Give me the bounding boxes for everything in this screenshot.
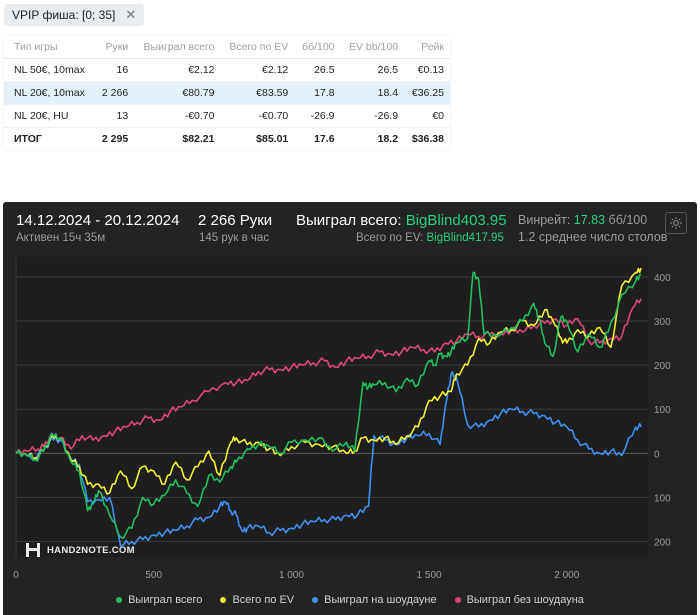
date-range: 14.12.2024 - 20.12.2024	[16, 212, 180, 229]
graph-panel: 14.12.2024 - 20.12.2024 Активен 15ч 35м …	[3, 202, 697, 615]
ev-total-value: BigBlind417.95	[426, 232, 504, 244]
legend-item-showdown[interactable]: Выиграл на шоудауне	[312, 594, 437, 606]
legend-label: Выиграл на шоудауне	[324, 594, 437, 606]
logo-text: HAND2NOTE.COM	[47, 544, 135, 556]
x-tick-label: 2 000	[554, 570, 579, 581]
stats-table: Тип игры Руки Выиграл всего Всего по EV …	[4, 36, 450, 150]
cell-ev-total: -€0.70	[220, 104, 295, 128]
y-tick-label: 0	[654, 449, 660, 460]
cell-total-ev-bb100: 18.2	[377, 132, 399, 145]
cell-bb100: 17.8	[294, 81, 341, 105]
y-tick-label: 200	[654, 538, 671, 549]
active-time: Активен 15ч 35м	[16, 232, 106, 244]
legend-label: Выиграл без шоудауна	[466, 594, 584, 606]
cell-total-ev: $85.01	[256, 132, 289, 145]
hands-per-hour: 145 рук в час	[199, 232, 270, 244]
legend-label: Выиграл всего	[128, 594, 203, 606]
cell-won-total: -€0.70	[134, 104, 221, 128]
winrate-label: Винрейт:	[518, 213, 574, 227]
cell-ev-total: €2.12	[220, 58, 295, 82]
legend-dot-icon	[454, 597, 461, 603]
hand2note-logo: HAND2NOTE.COM	[25, 542, 135, 558]
cell-bb100: 26.5	[294, 58, 341, 82]
filter-chip-label: VPIP фиша: [0; 35]	[12, 8, 116, 22]
y-tick-label: 300	[654, 317, 671, 328]
cell-hands: 2 266	[94, 81, 135, 105]
cell-won-total: €2.12	[134, 58, 221, 82]
settings-button[interactable]	[665, 212, 687, 234]
ev-total-label: Всего по EV:	[356, 232, 427, 244]
legend-item-nonshowdown[interactable]: Выиграл без шоудауна	[454, 594, 584, 606]
y-tick-label: 100	[654, 405, 671, 416]
col-rake[interactable]: Рейк	[404, 36, 450, 59]
cell-game-type: NL 20€, HU	[4, 104, 95, 128]
ev-total-summary: Всего по EV: BigBlind417.95	[356, 232, 504, 244]
legend-item-ev[interactable]: Всего по EV	[220, 594, 294, 606]
hands-count: 2 266 Руки	[198, 212, 273, 229]
col-won-total[interactable]: Выиграл всего	[134, 36, 221, 59]
y-tick-label: 400	[654, 273, 671, 284]
x-tick-label: 0	[13, 570, 19, 581]
legend-item-won[interactable]: Выиграл всего	[116, 594, 202, 606]
cell-game-type: NL 20€, 10max	[4, 81, 95, 105]
cell-bb100: -26.9	[294, 104, 341, 128]
cell-ev-bb100: -26.9	[340, 104, 405, 128]
x-tick-label: 1 000	[279, 570, 304, 581]
cell-total-rake: $36.38	[411, 132, 444, 145]
won-total-label: Выиграл всего:	[296, 212, 406, 229]
plot-area	[16, 257, 648, 557]
legend-dot-icon	[312, 597, 319, 603]
cell-ev-total: €83.59	[220, 81, 295, 105]
table-header-row: Тип игры Руки Выиграл всего Всего по EV …	[4, 36, 450, 59]
col-ev-total[interactable]: Всего по EV	[220, 36, 295, 59]
col-ev-bb100[interactable]: EV bb/100	[340, 36, 405, 59]
h2n-logo-icon	[26, 543, 40, 557]
legend-dot-icon	[220, 597, 227, 603]
chart-legend: Выиграл всего Всего по EV Выиграл на шоу…	[3, 594, 697, 606]
legend-dot-icon	[116, 597, 123, 603]
cell-rake: €36.25	[404, 81, 450, 105]
cell-total-won: $82.21	[182, 132, 215, 145]
cell-won-total: €80.79	[134, 81, 221, 105]
y-tick-label: 200	[654, 361, 671, 372]
cell-rake: €0	[404, 104, 450, 128]
table-row[interactable]: NL 50€, 10max 16 €2.12 €2.12 26.5 26.5 €…	[4, 58, 450, 82]
cell-total-label: ИТОГ	[14, 132, 42, 145]
table-total-row: ИТОГ 2 295 $82.21 $85.01 17.6 18.2 $36.3…	[4, 127, 450, 150]
cell-total-bb100: 17.6	[314, 132, 335, 145]
table-row[interactable]: NL 20€, HU 13 -€0.70 -€0.70 -26.9 -26.9 …	[4, 104, 450, 128]
winrate-summary: Винрейт: 17.83 бб/100	[518, 213, 647, 227]
cell-hands: 13	[94, 104, 135, 128]
col-game-type[interactable]: Тип игры	[4, 36, 95, 59]
won-total-summary: Выиграл всего: BigBlind403.95	[296, 212, 507, 229]
cell-total-hands: 2 295	[101, 132, 129, 145]
winrate-unit: бб/100	[605, 213, 648, 227]
avg-tables: 1.2 среднее число столов	[518, 230, 668, 244]
close-icon[interactable]: ✕	[125, 7, 136, 23]
cell-ev-bb100: 18.4	[340, 81, 405, 105]
cell-ev-bb100: 26.5	[340, 58, 405, 82]
table-row[interactable]: NL 20€, 10max 2 266 €80.79 €83.59 17.8 1…	[4, 81, 450, 105]
gear-icon	[670, 217, 682, 229]
cell-rake: €0.13	[404, 58, 450, 82]
x-tick-label: 1 500	[417, 570, 442, 581]
cell-game-type: NL 50€, 10max	[4, 58, 95, 82]
col-bb100[interactable]: бб/100	[294, 36, 341, 59]
bankroll-chart[interactable]: 4003002001000100200 0 500 1 000 1 500 2 000	[3, 257, 697, 587]
y-tick-label: 100	[654, 493, 671, 504]
won-total-value: BigBlind403.95	[405, 212, 507, 229]
winrate-value: 17.83	[573, 213, 606, 227]
x-tick-label: 500	[145, 570, 162, 581]
cell-hands: 16	[94, 58, 135, 82]
filter-chip: VPIP фиша: [0; 35] ✕	[4, 4, 145, 26]
legend-label: Всего по EV	[232, 594, 295, 606]
col-hands[interactable]: Руки	[94, 36, 135, 59]
